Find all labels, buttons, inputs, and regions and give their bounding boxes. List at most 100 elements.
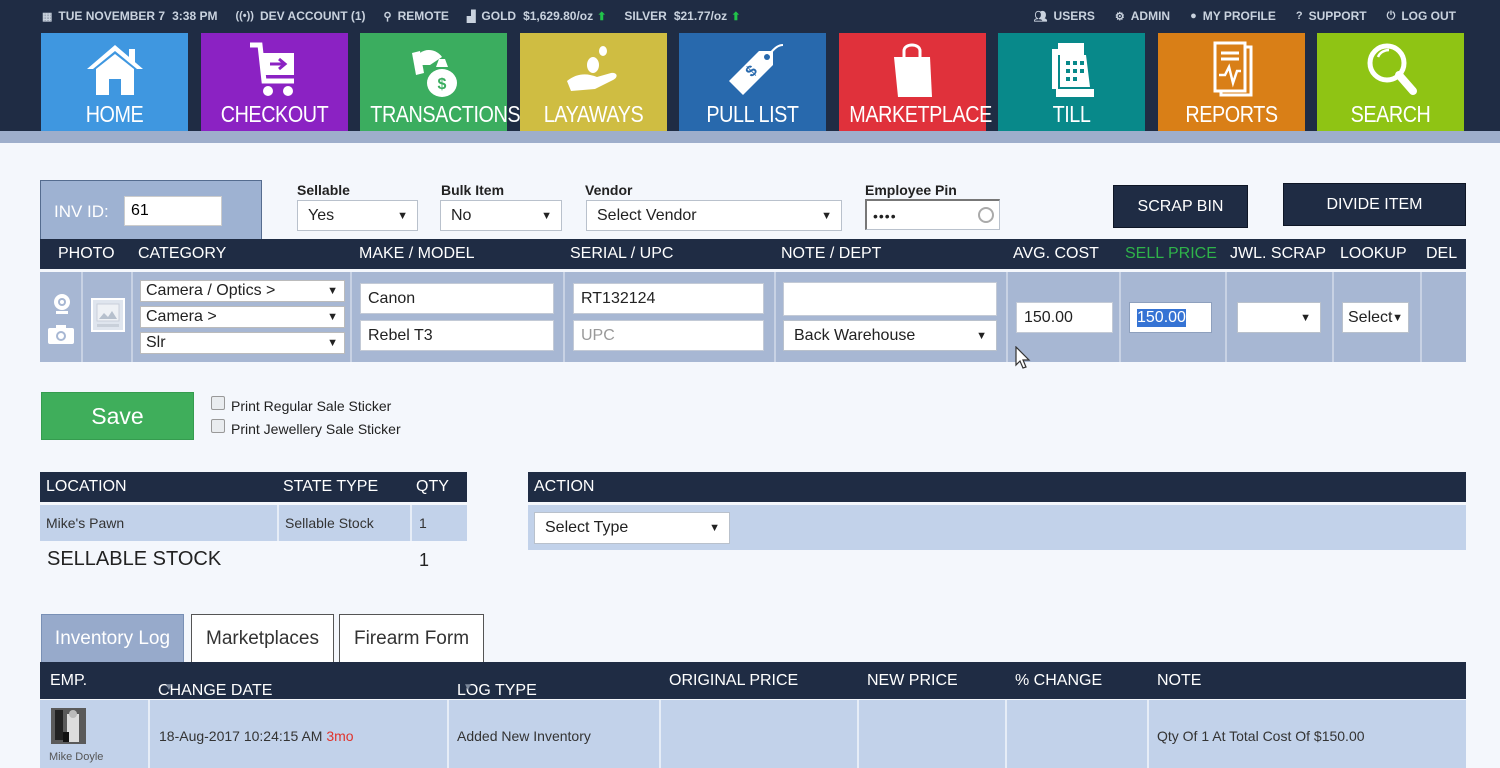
sell-price-cell: 150.00 [1121,272,1227,362]
col-note-dept: NOTE / DEPT [781,245,882,262]
tab-inventory-log[interactable]: Inventory Log [41,614,184,662]
dept-select[interactable]: Back Warehouse ▼ [783,320,997,351]
lookup-cell: Select ▼ [1334,272,1422,362]
inv-id-input[interactable] [124,196,222,226]
tab-firearm-form[interactable]: Firearm Form [339,614,484,662]
col-avg-cost: AVG. COST [1013,245,1099,262]
jwl-scrap-select[interactable]: ▼ [1237,302,1321,333]
nav-tile-search[interactable]: SEARCH [1317,33,1464,131]
dropdown-arrow-icon: ▼ [327,311,338,323]
avg-cost-input[interactable]: 150.00 [1016,302,1113,333]
employee-pin-input[interactable]: •••• [865,199,1000,230]
upc-input[interactable]: UPC [573,320,764,351]
category-select-3[interactable]: Slr ▼ [140,332,345,354]
col-make-model: MAKE / MODEL [359,245,475,262]
column-divider [1005,700,1007,768]
location-table-header: LOCATION STATE TYPE QTY [40,472,467,502]
action-title: ACTION [534,478,595,495]
sell-price-input[interactable]: 150.00 [1129,302,1212,333]
nav-tile-label: HOME [85,101,144,127]
scrap-bin-button[interactable]: SCRAP BIN [1113,185,1248,228]
col-sell-price: SELL PRICE [1125,245,1217,262]
account-indicator[interactable]: ((•)) DEV ACCOUNT (1) [235,9,365,23]
nav-tile-transactions[interactable]: $ TRANSACTIONS [360,33,521,131]
camera-icon[interactable] [46,323,76,345]
category-select-1[interactable]: Camera / Optics > ▼ [140,280,345,302]
checkbox-box[interactable] [211,396,225,410]
col-new-price: NEW PRICE [867,672,958,689]
note-textarea[interactable] [783,282,997,316]
silver-price: SILVER $21.77/oz ⬆ [624,9,740,23]
nav-tile-home[interactable]: HOME [41,33,188,131]
trend-up-icon: ⬆ [731,10,741,23]
power-icon: ⏻ [1386,9,1396,22]
col-qty: QTY [416,478,449,495]
dropdown-arrow-icon: ▼ [327,285,338,297]
nav-tile-label: REPORTS [1184,101,1278,127]
sellable-select[interactable]: Yes ▼ [297,200,418,231]
change-age: 3mo [326,728,354,744]
col-pct-change: % CHANGE [1015,672,1103,689]
silver-price-value: $21.77/oz [673,9,728,23]
photo-cell [83,272,133,362]
svg-text:$: $ [437,76,446,93]
my-profile-link[interactable]: ● MY PROFILE [1190,9,1276,23]
print-jewellery-sticker-checkbox[interactable]: Print Jewellery Sale Sticker [211,419,401,437]
support-link[interactable]: ? SUPPORT [1296,9,1367,23]
nav-tile-till[interactable]: TILL [998,33,1145,131]
lookup-select[interactable]: Select ▼ [1342,302,1409,333]
action-type-select[interactable]: Select Type ▼ [534,512,730,544]
checkbox-box[interactable] [211,419,225,433]
webcam-icon[interactable] [50,292,74,316]
photo-capture-cell [40,272,83,362]
users-link[interactable]: 👥︎ USERS [1034,9,1095,23]
dropdown-arrow-icon: ▼ [541,209,552,222]
sellable-label: Sellable [297,182,350,198]
col-lookup: LOOKUP [1340,245,1407,262]
nav-tile-marketplace[interactable]: MARKETPLACE [838,33,992,131]
silver-label: SILVER [624,9,667,23]
nav-tile-pull-list[interactable]: $ PULL LIST [679,33,826,131]
bulk-item-select[interactable]: No ▼ [440,200,562,231]
gold-price: ▟ GOLD $1,629.80/oz ⬆ [467,9,606,23]
change-date-value: 18-Aug-2017 10:24:15 AM [159,728,323,744]
divide-item-button[interactable]: DIVIDE ITEM [1283,183,1466,226]
question-icon: ? [1295,10,1303,22]
nav-tile-reports[interactable]: REPORTS [1157,33,1305,131]
log-out-link[interactable]: ⏻ LOG OUT [1387,9,1456,23]
tab-marketplaces[interactable]: Marketplaces [191,614,334,662]
cart-icon [250,42,294,96]
delete-cell[interactable] [1422,272,1466,362]
location-indicator[interactable]: ⚲ REMOTE [384,9,449,23]
dropdown-arrow-icon: ▼ [397,209,408,222]
nav-tile-checkout[interactable]: CHECKOUT [200,33,348,131]
admin-link[interactable]: ⚙ ADMIN [1115,9,1170,23]
col-original-price: ORIGINAL PRICE [669,672,799,689]
make-input[interactable]: Canon [360,283,554,314]
gold-price-value: $1,629.80/oz [523,9,594,23]
inv-id-label: INV ID: [54,202,109,221]
vendor-value: Select Vendor [597,206,697,224]
bulk-item-label: Bulk Item [441,182,505,198]
serial-input[interactable]: RT132124 [573,283,764,314]
vendor-select[interactable]: Select Vendor ▼ [586,200,842,231]
location-qty: 1 [419,515,427,531]
price-tag-icon: $ [728,44,783,95]
save-button[interactable]: Save [41,392,194,440]
shopping-bag-icon [894,43,932,97]
jwl-scrap-cell: ▼ [1227,272,1334,362]
col-state-type: STATE TYPE [283,478,379,495]
print-regular-sticker-checkbox[interactable]: Print Regular Sale Sticker [211,396,391,414]
model-input[interactable]: Rebel T3 [360,320,554,351]
col-serial-upc: SERIAL / UPC [570,245,674,262]
category-select-2[interactable]: Camera > ▼ [140,306,345,328]
nav-tile-layaways[interactable]: LAYAWAYS [519,33,667,131]
state-type: Sellable Stock [285,515,374,531]
dropdown-arrow-icon: ▼ [709,522,720,534]
dropdown-arrow-icon: ▼ [1392,311,1403,324]
status-bar-left: ▦ TUE NOVEMBER 7 3:38 PM ((•)) DEV ACCOU… [42,8,758,24]
sellable-stock-total-label: SELLABLE STOCK [47,548,222,570]
users-label: USERS [1053,9,1095,23]
image-placeholder-icon[interactable] [91,298,125,332]
main-nav: HOME CHECKOUT $ TRANSACTIONS LAYAWAYS $ … [41,33,1477,131]
